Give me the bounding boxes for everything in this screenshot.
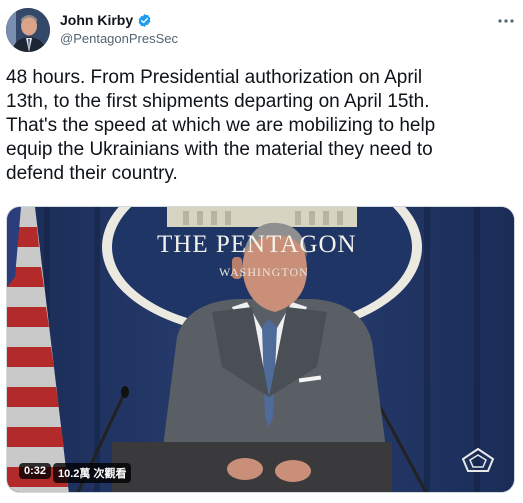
- author-name[interactable]: John Kirby: [60, 12, 133, 28]
- more-dots-icon: [498, 19, 514, 23]
- verified-badge-icon: [137, 13, 152, 28]
- avatar[interactable]: [6, 8, 50, 52]
- backdrop-subsign: WASHINGTON: [219, 265, 309, 279]
- video-duration-badge: 0:32: [19, 463, 52, 479]
- video-player[interactable]: THE PENTAGON WASHINGTON 0:32 10.2萬 次觀看: [6, 206, 515, 493]
- pentagon-logo-icon: [453, 447, 503, 473]
- video-views-badge: 10.2萬 次觀看: [53, 463, 132, 483]
- more-options-button[interactable]: [494, 9, 518, 33]
- author-handle[interactable]: @PentagonPresSec: [60, 31, 178, 46]
- author-name-row[interactable]: John Kirby: [60, 12, 152, 28]
- backdrop-sign: THE PENTAGON: [157, 231, 357, 258]
- avatar-photo: [6, 8, 50, 52]
- tweet-text: 48 hours. From Presidential authorizatio…: [6, 67, 436, 184]
